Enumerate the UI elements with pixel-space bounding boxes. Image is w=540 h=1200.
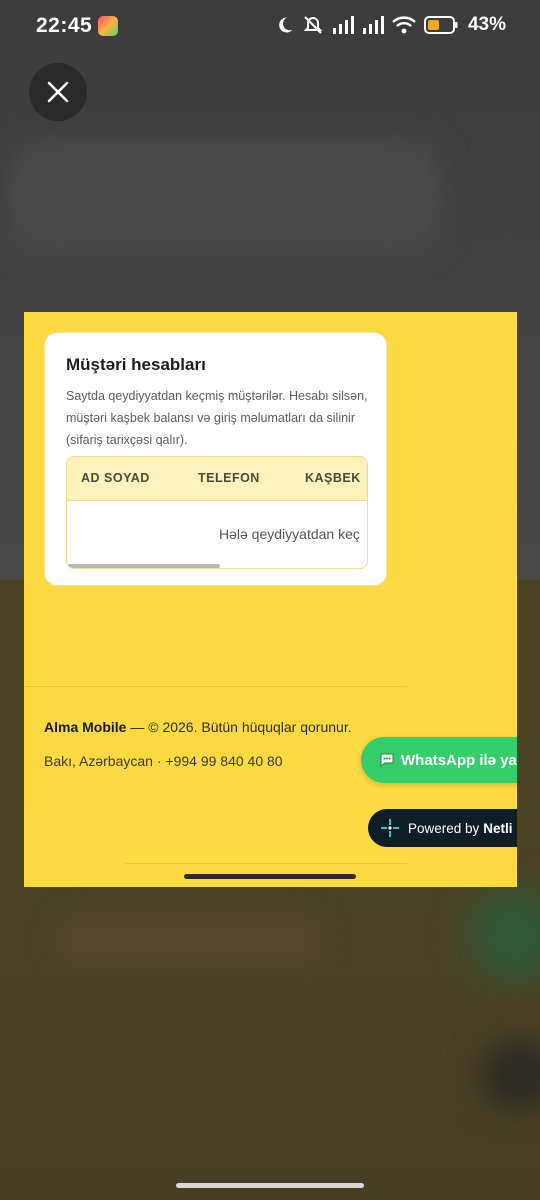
blurred-shape [60,920,320,960]
netlify-prefix: Powered by [408,820,480,836]
whatsapp-button-label: WhatsApp ilə ya [401,751,517,769]
blurred-shape [10,140,440,250]
column-header-name: AD SOYAD [81,471,150,485]
bottom-rule [125,863,408,864]
wifi-icon [392,16,416,34]
gesture-navigation-bar[interactable] [176,1183,364,1188]
footer-copyright-text: — © 2026. Bütün hüquqlar qorunur. [126,719,352,735]
chat-bubble-icon [380,753,394,767]
whatsapp-button[interactable]: WhatsApp ilə ya [361,737,517,783]
footer-copyright: Alma Mobile — © 2026. Bütün hüquqlar qor… [44,719,352,735]
column-header-phone: TELEFON [198,471,260,485]
close-button[interactable] [29,63,87,121]
customers-table[interactable]: AD SOYAD TELEFON KAŞBEK Hələ qeydiyyatda… [66,456,368,569]
screenshot-preview[interactable]: Müştəri hesabları Saytda qeydiyyatdan ke… [24,312,517,887]
footer-brand: Alma Mobile [44,719,127,735]
panel-title: Müştəri hesabları [66,355,206,374]
horizontal-scrollbar[interactable] [67,564,220,568]
empty-state-message: Hələ qeydiyyatdan keç [219,526,360,542]
panel-description: Saytda qeydiyyatdan keçmiş müştərilər. H… [66,389,368,447]
battery-percentage: 43% [467,14,506,35]
home-indicator [184,874,356,879]
signal-icon [362,16,384,34]
footer-contact: Bakı, Azərbaycan · +994 99 840 40 80 [44,753,283,769]
status-bar: 22:45 43% [0,0,540,52]
moon-icon [279,17,293,33]
netlify-badge[interactable]: Powered by Netli [368,809,517,847]
customer-accounts-panel: Müştəri hesabları Saytda qeydiyyatdan ke… [45,333,386,585]
close-icon [47,81,69,103]
mute-icon [303,16,323,34]
netlify-logo-icon [381,819,399,837]
table-header: AD SOYAD TELEFON KAŞBEK [67,457,367,501]
column-header-cashback: KAŞBEK [305,471,361,485]
battery-icon [423,16,458,34]
footer-divider [24,686,407,687]
status-time: 22:45 [36,14,93,37]
signal-icon [332,16,354,34]
app-notification-icon [98,16,118,36]
netlify-brand: Netli [483,820,513,836]
status-icons: 43% [276,14,506,36]
